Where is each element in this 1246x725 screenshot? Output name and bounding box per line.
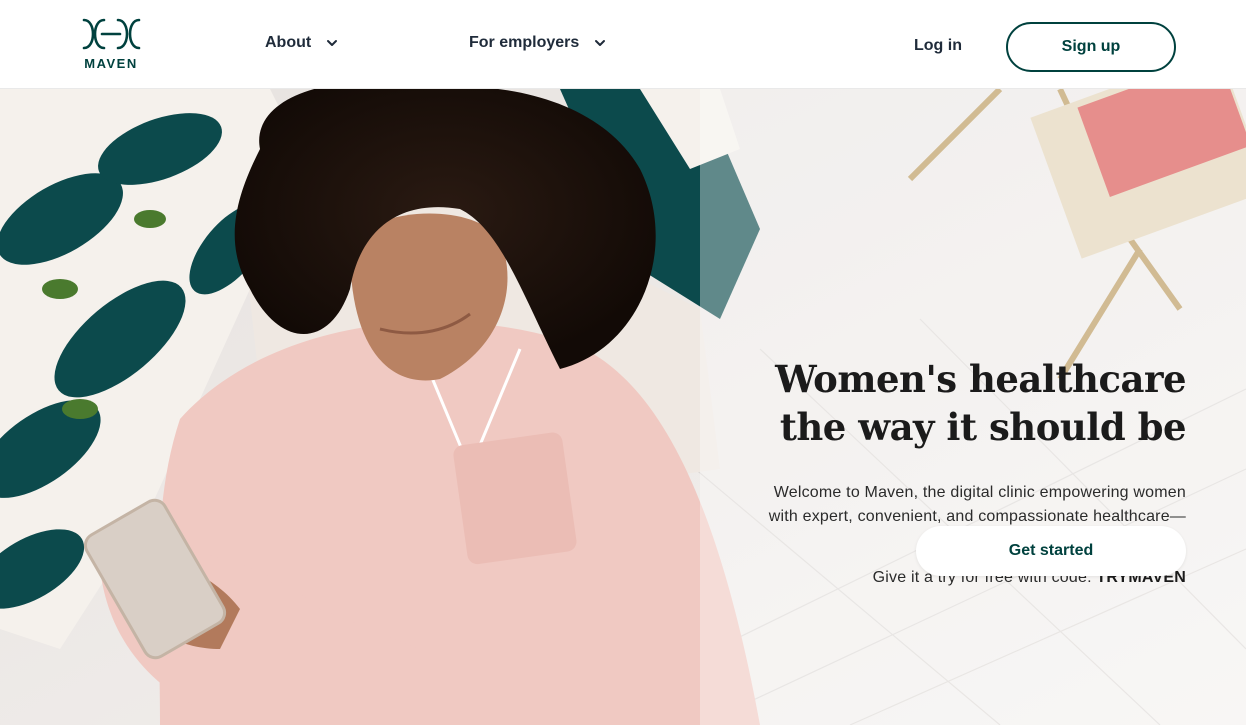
signup-button[interactable]: Sign up	[1006, 22, 1176, 72]
headline-line-2: the way it should be	[779, 405, 1187, 449]
chevron-down-icon	[327, 40, 338, 46]
hero-headline: Women's healthcare the way it should be	[746, 355, 1186, 451]
chevron-down-icon	[595, 40, 606, 46]
nav-about[interactable]: About	[265, 34, 339, 52]
maven-logo-icon	[82, 18, 141, 50]
login-link[interactable]: Log in	[914, 37, 962, 55]
get-started-button[interactable]: Get started	[916, 526, 1186, 576]
site-header: MAVEN About For employers Log in Sign up	[0, 0, 1246, 89]
hero-section: Women's healthcare the way it should be …	[0, 89, 1246, 725]
nav-employers-label: For employers	[469, 34, 580, 51]
nav-about-label: About	[265, 34, 312, 51]
maven-logo[interactable]: MAVEN	[82, 18, 142, 72]
nav-for-employers[interactable]: For employers	[469, 34, 607, 52]
logo-wordmark: MAVEN	[84, 56, 138, 71]
headline-line-1: Women's healthcare	[775, 357, 1186, 401]
